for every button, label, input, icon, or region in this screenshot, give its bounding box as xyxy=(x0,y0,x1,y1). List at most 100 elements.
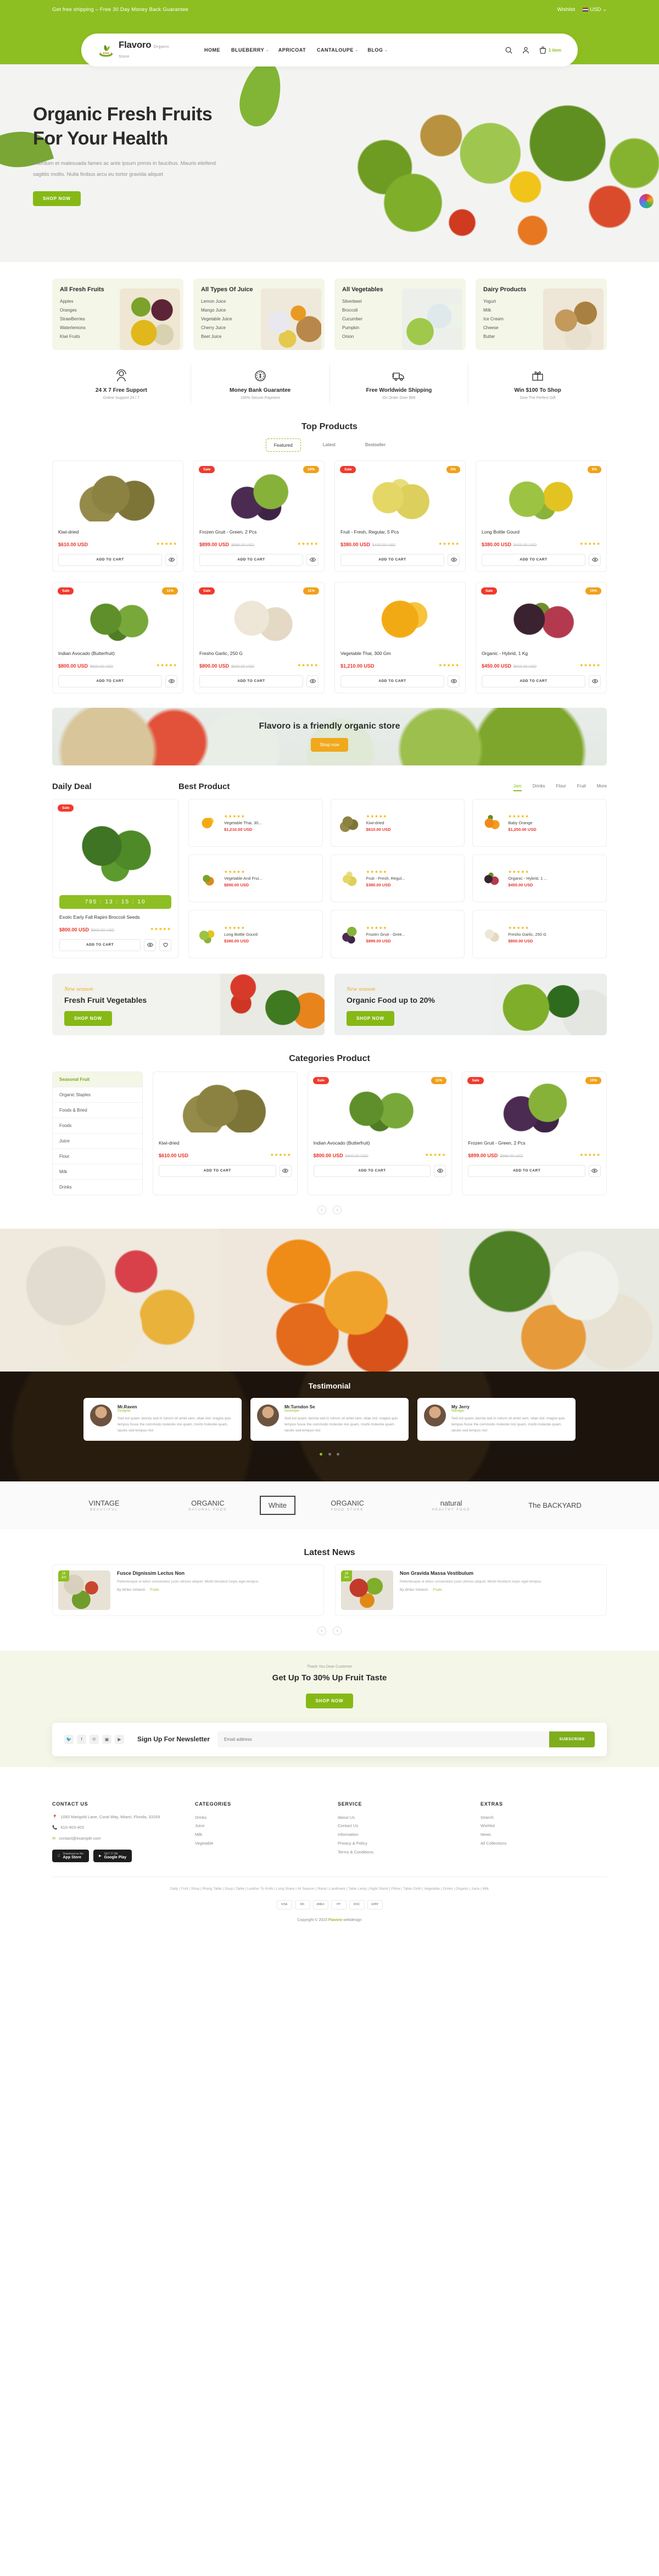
product-card[interactable]: Sale 5% Fruit - Fresh, Regular, 5 Pcs $3… xyxy=(334,460,466,572)
product-card[interactable]: Sale 0% Vegetable Thai, 300 Gm $1,210.00… xyxy=(334,581,466,693)
newsletter-subscribe-button[interactable]: SUBSCRIBE xyxy=(549,1731,595,1747)
add-to-cart-button[interactable]: ADD TO CART xyxy=(482,675,585,687)
pager-prev-button[interactable]: ‹ xyxy=(317,1626,326,1635)
best-product-card[interactable]: ★★★★★ Kiwi-dried $610.00 USD xyxy=(330,798,465,847)
footer-category-link[interactable]: Drinks xyxy=(195,1813,321,1822)
nav-item-cantaloupe[interactable]: CANTALOUPE ⌄ xyxy=(317,47,358,53)
pager-dot[interactable] xyxy=(320,1452,323,1456)
pager-dot[interactable] xyxy=(328,1452,331,1456)
add-to-cart-button[interactable]: ADD TO CART xyxy=(159,1164,276,1177)
season-banner-organic-food[interactable]: New season Organic Food up to 20% SHOP N… xyxy=(334,973,607,1035)
quick-view-icon[interactable] xyxy=(448,675,460,687)
product-card[interactable]: Sale 10% Frozen Gruit - Green, 2 Pcs $89… xyxy=(193,460,325,572)
footer-category-link[interactable]: Juice xyxy=(195,1822,321,1830)
search-icon[interactable] xyxy=(505,46,513,54)
category-sidebar-item[interactable]: Juice xyxy=(53,1134,142,1149)
quick-view-icon[interactable] xyxy=(589,675,601,687)
category-card-vegetables[interactable]: All Vegetables Silverbeet Broccoli Cucum… xyxy=(334,279,466,350)
category-sidebar-item[interactable]: Foods xyxy=(53,1118,142,1134)
news-title[interactable]: Fusce Dignissim Lectus Non xyxy=(117,1570,259,1576)
promo-shop-now-button[interactable]: Shop now xyxy=(311,737,348,752)
best-product-card[interactable]: ★★★★★ Vegetable Thai, 30... $1,210.00 US… xyxy=(188,798,323,847)
footer-service-link[interactable]: About Us xyxy=(338,1813,464,1822)
app-store-button[interactable]:  Download on theApp Store xyxy=(52,1850,90,1863)
add-to-cart-button[interactable]: ADD TO CART xyxy=(313,1164,431,1177)
product-card[interactable]: Sale 0% Kiwi-dried $610.00 USD ★★★★★ ADD… xyxy=(153,1071,298,1195)
nav-item-apricoat[interactable]: APRICOAT xyxy=(278,47,308,53)
youtube-icon[interactable]: ▶ xyxy=(115,1734,124,1744)
footer-category-link[interactable]: Milk xyxy=(195,1830,321,1839)
add-to-cart-button[interactable]: ADD TO CART xyxy=(482,553,585,566)
quick-view-icon[interactable] xyxy=(165,675,177,687)
facebook-icon[interactable]: f xyxy=(77,1734,86,1744)
product-card[interactable]: Sale 11% Indian Avocado (Butterfruit) $8… xyxy=(307,1071,453,1195)
google-play-button[interactable]: ▶ GET IT ON Google Play xyxy=(93,1850,132,1863)
currency-selector[interactable]: USD ⌄ xyxy=(583,7,607,13)
account-icon[interactable] xyxy=(522,46,530,54)
best-product-card[interactable]: ★★★★★ Fresho Garlic, 250 G $800.00 USD xyxy=(472,910,607,958)
nav-item-blueberry[interactable]: BLUEBERRY ⌄ xyxy=(231,47,269,53)
footer-service-link[interactable]: Terms & Conditions xyxy=(338,1848,464,1857)
add-to-cart-button[interactable]: ADD TO CART xyxy=(199,675,303,687)
twitter-icon[interactable]: 🐦 xyxy=(64,1734,74,1744)
pager-prev-button[interactable]: ‹ xyxy=(317,1205,326,1214)
category-card-juice[interactable]: All Types Of Juice Lemon Juice Mango Jui… xyxy=(193,279,325,350)
newsletter-email-input[interactable] xyxy=(217,1731,550,1747)
cta-shop-now-button[interactable]: Shop Now xyxy=(305,1693,354,1708)
news-card[interactable]: 16 Jun Non Gravida Massa Vestibulum Pelle… xyxy=(335,1564,607,1616)
add-to-cart-button[interactable]: ADD TO CART xyxy=(199,553,303,566)
footer-extra-link[interactable]: Wishlist xyxy=(481,1822,607,1830)
add-to-cart-button[interactable]: ADD TO CART xyxy=(59,939,141,951)
add-to-cart-button[interactable]: ADD TO CART xyxy=(468,1164,585,1177)
season-banner-fresh-fruit[interactable]: New season Fresh Fruit Vegetables SHOP N… xyxy=(52,973,325,1035)
add-to-cart-button[interactable]: ADD TO CART xyxy=(58,675,162,687)
quick-view-icon[interactable] xyxy=(589,553,601,566)
category-card-dairy[interactable]: Dairy Products Yogurt Milk Ice Cream Che… xyxy=(476,279,607,350)
quick-view-icon[interactable] xyxy=(434,1164,446,1177)
footer-email[interactable]: contact@example.com xyxy=(59,1835,100,1842)
category-sidebar-item[interactable]: Seasonal Fruit xyxy=(53,1072,142,1087)
tab-featured[interactable]: Featured xyxy=(265,438,301,452)
nav-item-home[interactable]: HOME xyxy=(204,47,222,53)
best-product-card[interactable]: ★★★★★ Frozen Gruit - Gree... $899.00 USD xyxy=(330,910,465,958)
product-card[interactable]: Sale 11% Indian Avocado (Butterfruit) $8… xyxy=(52,581,183,693)
quick-view-icon[interactable] xyxy=(144,939,156,951)
wishlist-heart-icon[interactable] xyxy=(159,939,171,951)
best-product-card[interactable]: ★★★★★ Vegetable And Frui... $890.00 USD xyxy=(188,854,323,903)
add-to-cart-button[interactable]: ADD TO CART xyxy=(340,675,444,687)
pager-next-button[interactable]: › xyxy=(333,1626,342,1635)
brand[interactable]: Flavoro Organic Store xyxy=(98,40,180,60)
tab-flour[interactable]: Flour xyxy=(556,784,566,791)
tab-bestseller[interactable]: Bestseller xyxy=(358,438,393,452)
theme-color-switcher-icon[interactable] xyxy=(639,194,654,208)
quick-view-icon[interactable] xyxy=(588,1164,601,1177)
quick-view-icon[interactable] xyxy=(306,675,319,687)
quick-view-icon[interactable] xyxy=(279,1164,292,1177)
add-to-cart-button[interactable]: ADD TO CART xyxy=(340,553,444,566)
footer-phone[interactable]: 610-403-403 xyxy=(60,1824,84,1831)
tab-jam[interactable]: Jam xyxy=(513,784,522,791)
tab-more[interactable]: More xyxy=(597,784,607,791)
instagram-icon[interactable]: ▣ xyxy=(102,1734,111,1744)
best-product-card[interactable]: ★★★★★ Baby Orange $1,250.00 USD xyxy=(472,798,607,847)
category-sidebar-item[interactable]: Organic Staples xyxy=(53,1087,142,1103)
category-sidebar-item[interactable]: Milk xyxy=(53,1164,142,1180)
category-card-fresh-fruits[interactable]: All Fresh Fruits Apples Oranges StrawBer… xyxy=(52,279,183,350)
quick-view-icon[interactable] xyxy=(165,553,177,566)
pager-next-button[interactable]: › xyxy=(333,1205,342,1214)
category-sidebar-item[interactable]: Drinks xyxy=(53,1180,142,1195)
best-product-card[interactable]: ★★★★★ Long Bottle Gourd $380.00 USD xyxy=(188,910,323,958)
cart-button[interactable]: 1 item xyxy=(539,46,561,54)
daily-deal-card[interactable]: Sale 795 : 13 : 15 : 10 Exotic Early Fal… xyxy=(52,798,178,958)
footer-service-link[interactable]: Information xyxy=(338,1830,464,1839)
add-to-cart-button[interactable]: ADD TO CART xyxy=(58,553,162,566)
banner-shop-now-button[interactable]: SHOP NOW xyxy=(347,1011,394,1026)
footer-service-link[interactable]: Privacy & Policy xyxy=(338,1839,464,1848)
product-card[interactable]: Sale 10% Frozen Gruit - Green, 2 Pcs $89… xyxy=(462,1071,607,1195)
footer-category-link[interactable]: Vegetable xyxy=(195,1839,321,1848)
best-product-card[interactable]: ★★★★★ Fruit - Fresh, Regul... $380.00 US… xyxy=(330,854,465,903)
footer-extra-link[interactable]: Search xyxy=(481,1813,607,1822)
banner-shop-now-button[interactable]: SHOP NOW xyxy=(64,1011,112,1026)
tab-latest[interactable]: Latest xyxy=(315,438,343,452)
product-card[interactable]: Sale 5% Long Bottle Gourd $380.00 USD$40… xyxy=(476,460,607,572)
